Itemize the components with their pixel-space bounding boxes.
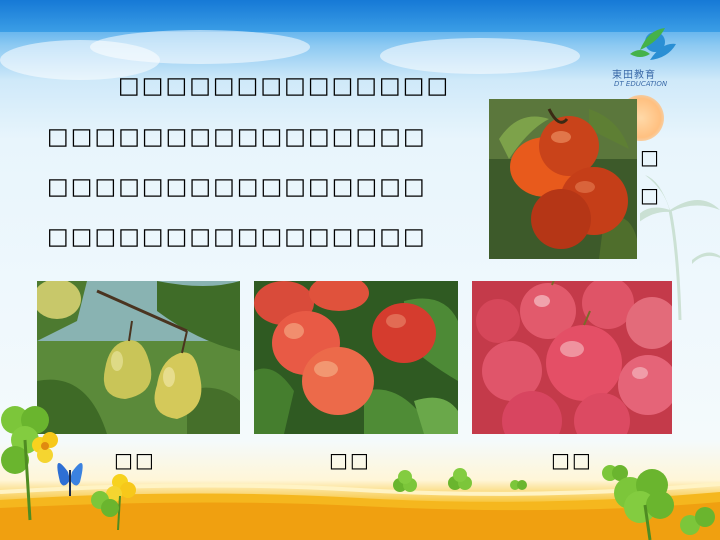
clover-butterfly-decoration xyxy=(1,406,136,531)
text-line-4: □□□□□□□□□□□□□□□□ xyxy=(47,224,427,250)
slide: 東田教育 DT EDUCATION □□□□□□□□□□□□□□ □□□□□□□… xyxy=(0,0,720,540)
logo-name-en: DT EDUCATION xyxy=(614,80,668,88)
text-line-1: □□□□□□□□□□□□□□ xyxy=(118,73,451,99)
apple-photo xyxy=(472,281,672,434)
side-char-1: □ xyxy=(640,145,659,169)
clover-decoration xyxy=(602,465,715,540)
clover-decoration xyxy=(393,468,527,492)
apple-label: □□ xyxy=(551,448,593,472)
peach-photo xyxy=(254,281,458,434)
peach-label: □□ xyxy=(329,448,371,472)
cloud-decoration xyxy=(90,30,310,64)
persimmon-photo xyxy=(489,99,637,259)
persimmon-icon xyxy=(489,99,637,259)
cloud-decoration xyxy=(380,38,580,74)
peach-icon xyxy=(254,281,458,434)
logo-name-cn: 東田教育 xyxy=(612,70,656,81)
text-line-2: □□□□□□□□□□□□□□□□ xyxy=(47,124,427,150)
text-line-3: □□□□□□□□□□□□□□□□ xyxy=(47,174,427,200)
side-char-2: □ xyxy=(640,183,659,207)
apple-icon xyxy=(472,281,672,434)
